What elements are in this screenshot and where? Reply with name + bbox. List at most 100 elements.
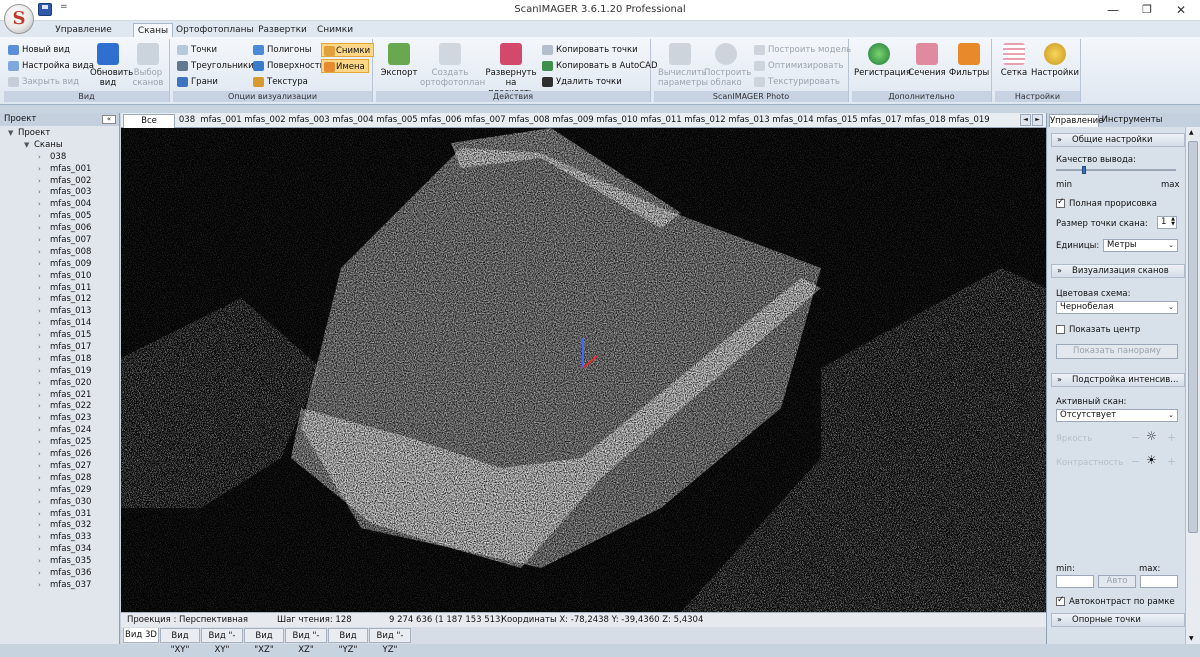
tree-node-scan[interactable]: › mfas_036 bbox=[0, 568, 119, 580]
texture-photo-button[interactable]: Текстурировать bbox=[754, 75, 840, 89]
surface-button[interactable]: Поверхность bbox=[253, 59, 325, 73]
point-cloud-viewport[interactable] bbox=[121, 128, 1046, 612]
autocontrast-checkbox[interactable] bbox=[1056, 595, 1065, 606]
show-center-checkbox[interactable] bbox=[1056, 325, 1065, 334]
triangles-button[interactable]: Треугольники bbox=[177, 59, 254, 73]
tree-node-scan[interactable]: › mfas_023 bbox=[0, 413, 119, 425]
scan-tab[interactable]: mfas_008 bbox=[507, 114, 551, 128]
scan-tab[interactable]: mfas_007 bbox=[463, 114, 507, 128]
expand-icon[interactable]: › bbox=[38, 485, 41, 497]
expand-icon[interactable]: › bbox=[38, 425, 41, 437]
tree-node-scan[interactable]: › mfas_004 bbox=[0, 199, 119, 211]
scan-tab[interactable]: mfas_002 bbox=[243, 114, 287, 128]
expand-icon[interactable]: › bbox=[38, 366, 41, 378]
scan-tab[interactable]: 038 bbox=[175, 114, 199, 128]
view-tab[interactable]: Вид "YZ" bbox=[328, 628, 368, 655]
expand-icon[interactable]: › bbox=[38, 568, 41, 580]
optimize-button[interactable]: Оптимизировать bbox=[754, 59, 843, 73]
quality-slider-thumb[interactable] bbox=[1082, 166, 1087, 174]
copy-autocad-button[interactable]: Копировать в AutoCAD bbox=[542, 59, 658, 73]
expand-icon[interactable]: › bbox=[38, 497, 41, 509]
expand-icon[interactable]: › bbox=[38, 473, 41, 485]
expand-icon[interactable]: › bbox=[38, 318, 41, 330]
expand-icon[interactable]: › bbox=[38, 354, 41, 366]
tree-node-scan[interactable]: › mfas_035 bbox=[0, 556, 119, 568]
expand-icon[interactable]: › bbox=[38, 437, 41, 449]
tree-node-scan[interactable]: › mfas_019 bbox=[0, 366, 119, 378]
settings-button[interactable]: Настройки bbox=[1031, 43, 1079, 78]
expand-icon[interactable]: ▼ bbox=[8, 128, 13, 140]
expand-icon[interactable]: ▼ bbox=[24, 140, 29, 152]
view-tab[interactable]: Вид "-XZ" bbox=[285, 628, 327, 655]
tree-node-scan[interactable]: › mfas_007 bbox=[0, 235, 119, 247]
expand-icon[interactable]: › bbox=[38, 211, 41, 223]
close-button[interactable]: ✕ bbox=[1166, 2, 1196, 18]
expand-icon[interactable]: › bbox=[38, 390, 41, 402]
scan-tab[interactable]: mfas_005 bbox=[375, 114, 419, 128]
tab-unfoldings[interactable]: Развертки bbox=[255, 23, 310, 38]
pin-panel-button[interactable]: « bbox=[102, 115, 116, 124]
tree-node-scan[interactable]: › mfas_013 bbox=[0, 306, 119, 318]
section-scan-visualization[interactable]: » Визуализация сканов bbox=[1051, 264, 1185, 278]
scrollbar-thumb[interactable] bbox=[1188, 141, 1198, 533]
section-general-settings[interactable]: » Общие настройки bbox=[1051, 133, 1185, 147]
expand-icon[interactable]: › bbox=[38, 164, 41, 176]
build-model-button[interactable]: Построить модель bbox=[754, 43, 851, 57]
images-toggle[interactable]: Снимки bbox=[321, 43, 375, 57]
quality-slider-track[interactable] bbox=[1056, 169, 1176, 171]
expand-icon[interactable]: › bbox=[38, 247, 41, 259]
expand-icon[interactable]: › bbox=[38, 509, 41, 521]
expand-icon[interactable]: › bbox=[38, 235, 41, 247]
texture-button[interactable]: Текстура bbox=[253, 75, 308, 89]
tree-node-scan[interactable]: › mfas_018 bbox=[0, 354, 119, 366]
tree-node-scan[interactable]: › mfas_021 bbox=[0, 390, 119, 402]
expand-icon[interactable]: › bbox=[38, 556, 41, 568]
view-tab[interactable]: Вид "XY" bbox=[160, 628, 200, 655]
tree-node-scan[interactable]: › mfas_024 bbox=[0, 425, 119, 437]
tree-node-scan[interactable]: › mfas_025 bbox=[0, 437, 119, 449]
section-control-points[interactable]: » Опорные точки bbox=[1051, 613, 1185, 627]
scroll-up-icon[interactable]: ▲ bbox=[1189, 129, 1194, 136]
tree-node-scan[interactable]: › mfas_027 bbox=[0, 461, 119, 473]
expand-icon[interactable]: › bbox=[38, 580, 41, 592]
tree-node-scan[interactable]: › mfas_005 bbox=[0, 211, 119, 223]
expand-icon[interactable]: › bbox=[38, 271, 41, 283]
view-tab[interactable]: Вид "XZ" bbox=[244, 628, 284, 655]
expand-icon[interactable]: › bbox=[38, 461, 41, 473]
expand-icon[interactable]: › bbox=[38, 152, 41, 164]
tree-node-scan[interactable]: › mfas_003 bbox=[0, 187, 119, 199]
tree-node-scan[interactable]: › mfas_037 bbox=[0, 580, 119, 592]
new-view-button[interactable]: Новый вид bbox=[8, 43, 70, 57]
tree-node-scan[interactable]: › mfas_006 bbox=[0, 223, 119, 235]
unfold-plane-button[interactable]: Развернуть на плоскость bbox=[482, 43, 540, 98]
tree-node-scan[interactable]: › mfas_020 bbox=[0, 378, 119, 390]
tree-node-scans[interactable]: ▼ Сканы bbox=[0, 140, 119, 152]
scan-tab[interactable]: mfas_011 bbox=[639, 114, 683, 128]
filters-button[interactable]: Фильтры bbox=[948, 43, 990, 78]
tree-node-scan[interactable]: › mfas_026 bbox=[0, 449, 119, 461]
view-settings-button[interactable]: Настройка вида bbox=[8, 59, 94, 73]
edges-button[interactable]: Грани bbox=[177, 75, 218, 89]
expand-icon[interactable]: › bbox=[38, 378, 41, 390]
tree-node-scan[interactable]: › mfas_031 bbox=[0, 509, 119, 521]
tree-node-scan[interactable]: › mfas_012 bbox=[0, 294, 119, 306]
expand-icon[interactable]: › bbox=[38, 259, 41, 271]
select-scans-button[interactable]: Выбор сканов bbox=[130, 43, 166, 88]
show-panorama-button[interactable]: Показать панораму bbox=[1056, 344, 1178, 359]
tree-node-scan[interactable]: › mfas_009 bbox=[0, 259, 119, 271]
tab-tools[interactable]: Инструменты bbox=[1101, 114, 1163, 127]
scan-tab[interactable]: mfas_009 bbox=[551, 114, 595, 128]
tab-orthophoto[interactable]: Ортофотопланы bbox=[176, 23, 254, 38]
scan-tabs-prev-icon[interactable]: ◄ bbox=[1020, 114, 1031, 126]
scan-tab[interactable]: mfas_006 bbox=[419, 114, 463, 128]
tree-node-scan[interactable]: › mfas_015 bbox=[0, 330, 119, 342]
tree-node-scan[interactable]: › mfas_001 bbox=[0, 164, 119, 176]
tree-node-scan[interactable]: › mfas_017 bbox=[0, 342, 119, 354]
scan-tab[interactable]: mfas_019 bbox=[947, 114, 991, 128]
copy-points-button[interactable]: Копировать точки bbox=[542, 43, 638, 57]
point-size-stepper[interactable]: 1 ▲ ▼ bbox=[1157, 216, 1177, 229]
tree-node-project[interactable]: ▼ Проект bbox=[0, 128, 119, 140]
max-input[interactable] bbox=[1140, 575, 1178, 588]
tree-node-scan[interactable]: › mfas_002 bbox=[0, 176, 119, 188]
polygons-button[interactable]: Полигоны bbox=[253, 43, 311, 57]
